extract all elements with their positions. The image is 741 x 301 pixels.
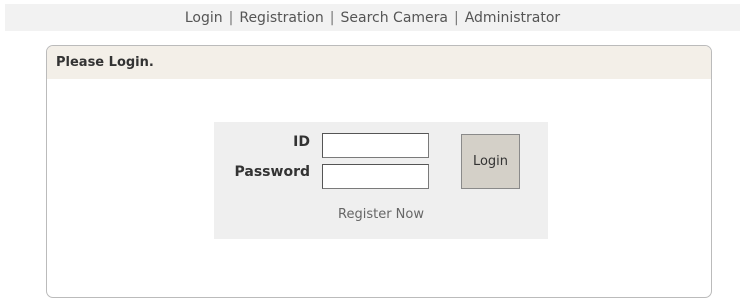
- nav-registration-link[interactable]: Registration: [239, 10, 323, 26]
- nav-search-camera-link[interactable]: Search Camera: [341, 10, 449, 26]
- nav-administrator-link[interactable]: Administrator: [465, 10, 560, 26]
- nav-separator: |: [228, 9, 234, 26]
- password-label: Password: [234, 164, 310, 180]
- nav-separator: |: [454, 9, 459, 26]
- login-panel: Please Login. ID Password Login Register…: [46, 45, 712, 298]
- login-form: ID Password Login Register Now: [214, 122, 548, 239]
- login-button[interactable]: Login: [461, 134, 520, 189]
- top-navigation: Login | Registration | Search Camera | A…: [5, 4, 740, 31]
- id-label: ID: [293, 134, 310, 150]
- nav-login-link[interactable]: Login: [185, 10, 223, 26]
- id-input[interactable]: [322, 133, 429, 158]
- panel-title: Please Login.: [47, 46, 711, 79]
- register-now-link[interactable]: Register Now: [214, 207, 548, 222]
- password-input[interactable]: [322, 164, 429, 189]
- nav-separator: |: [329, 9, 335, 26]
